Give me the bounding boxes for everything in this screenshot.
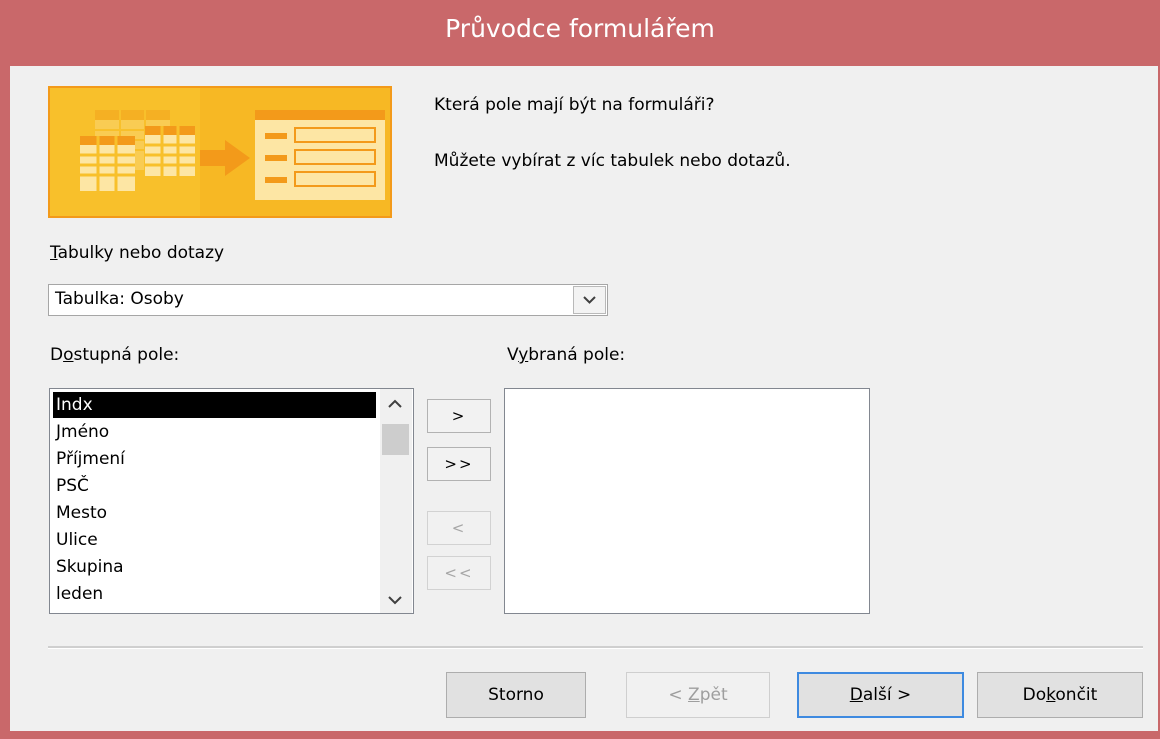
list-item[interactable]: Příjmení xyxy=(53,446,125,472)
tables-combobox-value: Tabulka: Osoby xyxy=(55,289,184,309)
back-button[interactable]: < Zpět xyxy=(626,672,770,718)
remove-field-button[interactable]: < xyxy=(427,511,491,545)
back-button-rest: pět xyxy=(699,685,728,705)
add-field-button[interactable]: > xyxy=(427,399,491,433)
footer-separator xyxy=(48,646,1143,649)
remove-all-fields-button[interactable]: << xyxy=(427,556,491,590)
available-fields-label: Dostupná pole: xyxy=(50,345,179,365)
list-item[interactable]: Mesto xyxy=(53,500,107,526)
finish-button-pre: Do xyxy=(1022,685,1047,705)
scroll-down-icon[interactable] xyxy=(384,592,406,612)
chevron-down-icon xyxy=(583,296,596,304)
available-fields-list[interactable]: Indx Jméno Příjmení PSČ Mesto Ulice Skup… xyxy=(49,388,414,614)
finish-button[interactable]: Dokončit xyxy=(977,672,1143,718)
tables-combobox[interactable]: Tabulka: Osoby xyxy=(48,284,608,316)
form-wizard-window: Průvodce formulářem Která pole mají být … xyxy=(0,0,1160,739)
list-item[interactable]: Indx xyxy=(53,392,376,418)
finish-button-rest: ončit xyxy=(1055,685,1098,705)
available-fields-label-accel: o xyxy=(63,345,74,365)
window-title: Průvodce formulářem xyxy=(445,14,715,43)
window-border-bottom xyxy=(0,731,1160,739)
selected-fields-label-rest: braná pole: xyxy=(528,345,626,365)
list-item[interactable]: Skupina xyxy=(53,554,124,580)
wizard-question: Která pole mají být na formuláři? xyxy=(434,95,715,115)
next-button-rest: alší > xyxy=(862,685,912,705)
tables-to-form-icon xyxy=(50,88,390,216)
tables-label-accel: T xyxy=(50,243,58,263)
title-bar[interactable]: Průvodce formulářem xyxy=(0,0,1160,66)
selected-fields-label-accel: y xyxy=(518,345,529,365)
back-button-accel: Z xyxy=(688,685,700,705)
scrollbar-thumb[interactable] xyxy=(382,424,409,455)
list-item[interactable]: Ulice xyxy=(53,527,98,553)
selected-fields-label: Vybraná pole: xyxy=(507,345,625,365)
back-button-pre: < xyxy=(668,685,689,705)
cancel-button[interactable]: Storno xyxy=(446,672,586,718)
wizard-banner-illustration xyxy=(48,86,392,218)
add-all-fields-button[interactable]: >> xyxy=(427,447,491,481)
next-button-accel: D xyxy=(849,685,863,705)
list-item[interactable]: Jméno xyxy=(53,419,109,445)
available-fields-label-pre: D xyxy=(50,345,64,365)
list-item[interactable]: leden xyxy=(53,581,103,607)
selected-fields-list[interactable] xyxy=(504,388,870,614)
list-item[interactable]: PSČ xyxy=(53,473,89,499)
next-button[interactable]: Další > xyxy=(797,672,964,718)
tables-label-rest: abulky nebo dotazy xyxy=(57,243,225,263)
combobox-dropdown-button[interactable] xyxy=(573,286,606,314)
available-fields-scrollbar[interactable] xyxy=(380,389,412,613)
tables-label: Tabulky nebo dotazy xyxy=(50,243,224,263)
selected-fields-label-pre: V xyxy=(507,345,519,365)
wizard-hint: Můžete vybírat z víc tabulek nebo dotazů… xyxy=(434,151,791,171)
scroll-up-icon[interactable] xyxy=(384,396,406,416)
available-fields-label-rest: stupná pole: xyxy=(73,345,180,365)
